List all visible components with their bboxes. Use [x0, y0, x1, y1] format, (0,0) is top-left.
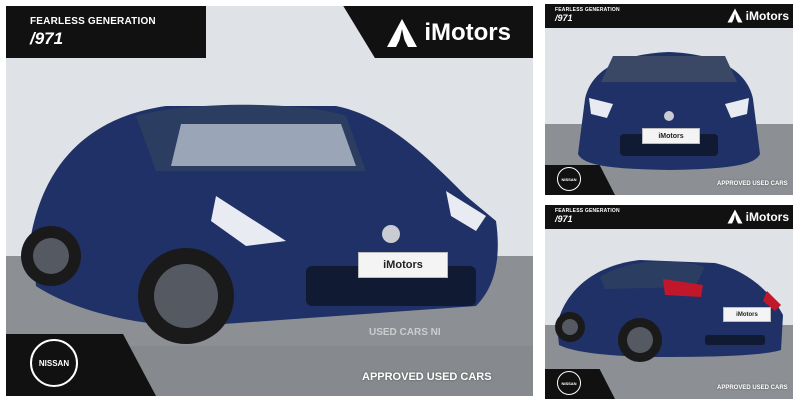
imotors-logo: iMotors	[386, 18, 511, 48]
fearless-generation-mark: FEARLESS GENERATION /971	[555, 7, 620, 23]
fearless-generation-mark: FEARLESS GENERATION /971	[555, 208, 620, 224]
imotors-logo-icon	[387, 19, 418, 47]
nissan-logo: NISSAN	[30, 339, 78, 387]
vehicle-photo-gallery: FEARLESS GENERATION /971 iMotors iMotors…	[0, 0, 793, 399]
maker-name-text: NISSAN	[561, 176, 577, 182]
thumbnail-photo-rear[interactable]: FEARLESS GENERATION /971 iMotors iMotors…	[545, 205, 793, 399]
year-mark-text: /971	[555, 13, 573, 23]
dealer-name-text: iMotors	[424, 19, 511, 46]
fearless-generation-mark: FEARLESS GENERATION /971	[30, 16, 156, 49]
nissan-logo: NISSAN	[557, 371, 581, 395]
plate-dealer-text: iMotors	[736, 311, 758, 318]
number-plate: iMotors	[358, 252, 448, 278]
imotors-logo-icon	[727, 8, 743, 23]
year-mark-text: /971	[30, 29, 64, 48]
imotors-logo-icon	[727, 209, 743, 224]
plate-dealer-text: iMotors	[658, 132, 684, 140]
watermark-text: USED CARS NI	[369, 327, 441, 338]
maker-name-text: NISSAN	[561, 380, 577, 386]
main-photo[interactable]: FEARLESS GENERATION /971 iMotors iMotors…	[6, 6, 533, 396]
dealer-name-text: iMotors	[745, 209, 789, 224]
imotors-logo: iMotors	[727, 8, 789, 23]
approved-used-cars-text: APPROVED USED CARS	[717, 181, 788, 187]
nissan-logo: NISSAN	[557, 167, 581, 191]
maker-name-text: NISSAN	[38, 358, 70, 368]
number-plate: iMotors	[723, 307, 771, 322]
approved-used-cars-text: APPROVED USED CARS	[362, 371, 492, 383]
approved-used-cars-text: APPROVED USED CARS	[717, 385, 788, 391]
number-plate: iMotors	[642, 128, 700, 144]
year-mark-text: /971	[555, 214, 573, 224]
imotors-logo: iMotors	[727, 209, 789, 224]
plate-dealer-text: iMotors	[383, 259, 423, 271]
thumbnail-photo-front[interactable]: FEARLESS GENERATION /971 iMotors iMotors…	[545, 4, 793, 195]
dealer-name-text: iMotors	[745, 8, 789, 23]
tagline-text: FEARLESS GENERATION	[30, 16, 156, 27]
